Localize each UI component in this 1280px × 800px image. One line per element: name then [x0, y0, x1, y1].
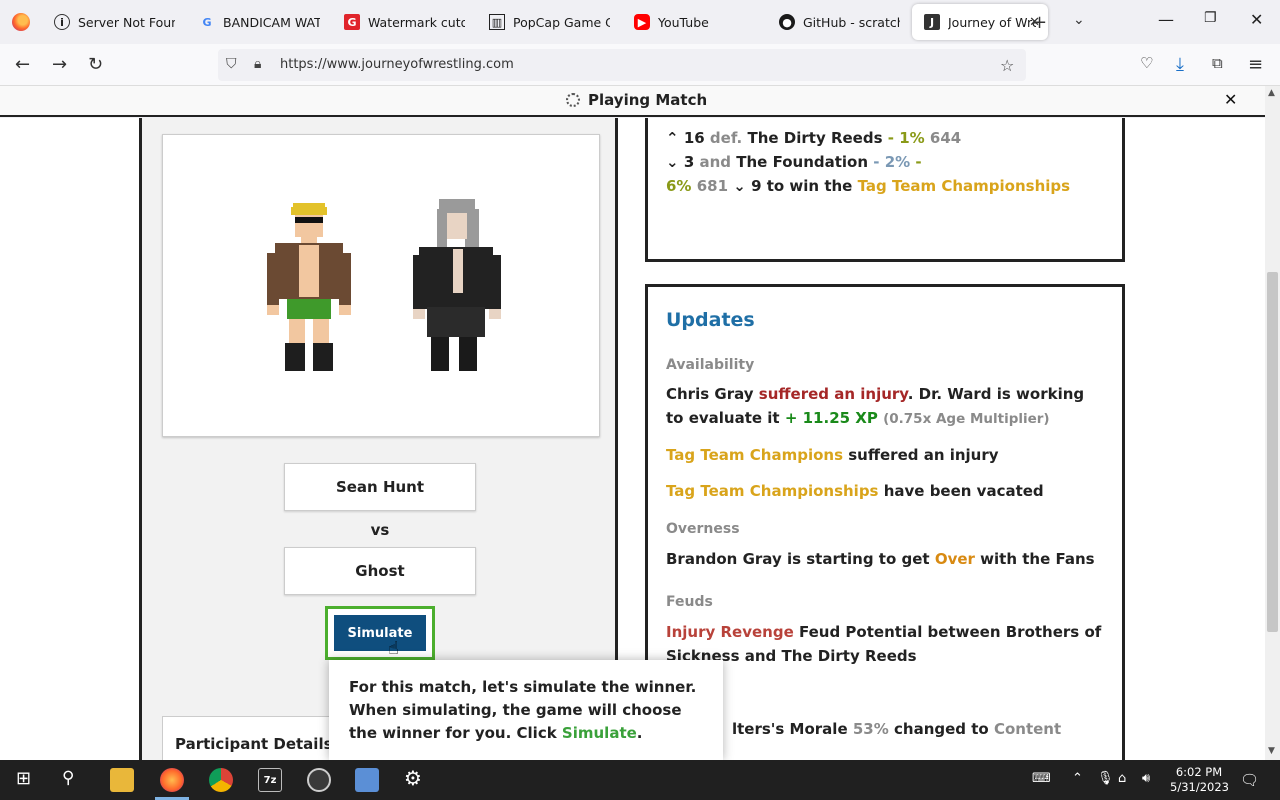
wrestler-2-name[interactable]: Ghost: [284, 547, 476, 595]
google-icon: G: [202, 15, 212, 29]
download-icon[interactable]: ⤓: [1176, 54, 1184, 75]
keyboard-icon[interactable]: ⌨: [1032, 771, 1051, 786]
tab-journey-of-wrestling[interactable]: JJourney of Wres✕: [912, 4, 1048, 40]
wrestler-1-name[interactable]: Sean Hunt: [284, 463, 476, 511]
info-icon: i: [54, 14, 70, 30]
tab-bandicam[interactable]: G BANDICAM WATE: [187, 4, 332, 40]
notifications-icon[interactable]: 🗨︎: [1240, 771, 1259, 789]
match-header: Playing Match ✕: [0, 86, 1265, 117]
tab-github[interactable]: ●GitHub - scratchfo: [767, 4, 912, 40]
championship-vacated-update: Tag Team Championships have been vacated: [666, 482, 1044, 500]
g-red-icon: G: [344, 14, 360, 30]
tray-chevron-up-icon[interactable]: ⌃: [1072, 771, 1083, 786]
firefox-icon: [12, 13, 30, 31]
tab-server-not-found[interactable]: iServer Not Found: [42, 4, 187, 40]
navigation-bar: ← → ↻ ⛉ 🔒︎ https://www.journeyofwrestlin…: [0, 44, 1280, 86]
tutorial-tooltip: For this match, let's simulate the winne…: [329, 660, 723, 760]
simulate-highlight: Simulate: [325, 606, 435, 660]
shield-icon[interactable]: ⛉: [226, 56, 237, 72]
chevron-up-icon: ⌃: [666, 129, 679, 147]
bookmark-star-icon[interactable]: ☆: [1000, 56, 1014, 75]
wrestlers-sprite: [267, 199, 501, 371]
wrestler-image-box: [162, 134, 600, 437]
paint-icon[interactable]: [355, 768, 379, 792]
back-icon[interactable]: ←: [15, 54, 30, 75]
j-icon: J: [924, 14, 940, 30]
page-scrollbar[interactable]: ▲ ▼: [1265, 86, 1280, 760]
hand-cursor-icon: ☝: [388, 638, 399, 659]
wrestler-1-sprite: [267, 203, 351, 371]
file-explorer-icon[interactable]: [110, 768, 134, 792]
chevron-down-icon[interactable]: ⌄: [1073, 12, 1085, 28]
search-icon[interactable]: ⚲: [62, 768, 74, 788]
close-match-icon[interactable]: ✕: [1224, 90, 1237, 109]
new-tab-icon[interactable]: +: [1032, 12, 1047, 33]
settings-gear-icon[interactable]: ⚙: [404, 766, 422, 790]
tab-youtube[interactable]: ▶ YouTube: [622, 4, 767, 40]
extensions-icon[interactable]: ⧉: [1212, 54, 1223, 72]
url-bar[interactable]: ⛉ 🔒︎ https://www.journeyofwrestling.com …: [218, 49, 1026, 81]
loading-spinner-icon: [566, 93, 580, 107]
chevron-down-icon: ⌄: [733, 177, 746, 195]
taskbar: ⊞ ⚲ 7z ⚙ ⌨ ⌃ 🎙︎ ⌂ 🔊︎ 6:02 PM 5/31/2023 🗨…: [0, 760, 1280, 800]
tab-popcap[interactable]: ▥PopCap Game Co: [477, 4, 622, 40]
menu-icon[interactable]: ≡: [1248, 54, 1263, 75]
forward-icon[interactable]: →: [52, 54, 67, 75]
wrestler-2-sprite: [413, 199, 501, 371]
7zip-icon[interactable]: 7z: [258, 768, 282, 792]
firefox-taskbar-icon[interactable]: [160, 768, 184, 792]
popcap-icon: ▥: [489, 14, 505, 30]
system-clock[interactable]: 6:02 PM 5/31/2023: [1170, 765, 1229, 795]
feuds-label: Feuds: [666, 594, 713, 610]
windows-start-icon[interactable]: ⊞: [16, 768, 31, 789]
match-result-text: ⌃ 16 def. The Dirty Reeds - 1% 644 ⌄ 3 a…: [666, 129, 1071, 195]
availability-label: Availability: [666, 357, 755, 373]
lock-icon[interactable]: 🔒︎: [254, 56, 261, 72]
match-result-card: ⌃ 16 def. The Dirty Reeds - 1% 644 ⌄ 3 a…: [645, 118, 1125, 262]
availability-update: Chris Gray suffered an injury. Dr. Ward …: [666, 385, 1085, 427]
microphone-icon[interactable]: 🎙︎: [1097, 771, 1114, 786]
chrome-icon[interactable]: [209, 768, 233, 792]
scroll-thumb[interactable]: [1267, 272, 1278, 632]
minimize-icon[interactable]: —: [1158, 10, 1174, 29]
volume-icon[interactable]: 🔊︎: [1142, 771, 1150, 786]
network-icon[interactable]: ⌂: [1118, 771, 1126, 786]
overness-label: Overness: [666, 521, 740, 537]
feud-update: Injury Revenge Feud Potential between Br…: [666, 623, 1102, 665]
github-icon: ●: [779, 14, 795, 30]
scroll-down-icon[interactable]: ▼: [1268, 746, 1275, 756]
tab-watermark[interactable]: GWatermark cutout: [332, 4, 477, 40]
participant-details-title: Participant Details: [175, 735, 333, 753]
youtube-icon: ▶: [634, 14, 650, 30]
simulate-button[interactable]: Simulate: [334, 615, 426, 651]
url-text[interactable]: https://www.journeyofwrestling.com: [280, 57, 514, 72]
champions-injury-update: Tag Team Champions suffered an injury: [666, 446, 999, 464]
chevron-down-icon: ⌄: [666, 153, 679, 171]
close-window-icon[interactable]: ✕: [1250, 10, 1263, 29]
reload-icon[interactable]: ↻: [88, 54, 103, 75]
scroll-up-icon[interactable]: ▲: [1268, 88, 1275, 98]
pocket-icon[interactable]: ♡: [1140, 54, 1153, 72]
page-title: Playing Match: [566, 91, 707, 109]
restore-icon[interactable]: ❐: [1204, 10, 1217, 26]
firefox-menu-button[interactable]: [0, 0, 42, 44]
updates-heading: Updates: [666, 309, 755, 331]
morale-update: lters's Morale 53% changed to Content fr…: [666, 720, 1062, 760]
vs-label: vs: [370, 521, 390, 539]
overness-update: Brandon Gray is starting to get Over wit…: [666, 550, 1095, 568]
browser-tab-bar: iServer Not Found GBANDICAM WATE GWaterm…: [0, 0, 1280, 44]
obs-icon[interactable]: [307, 768, 331, 792]
